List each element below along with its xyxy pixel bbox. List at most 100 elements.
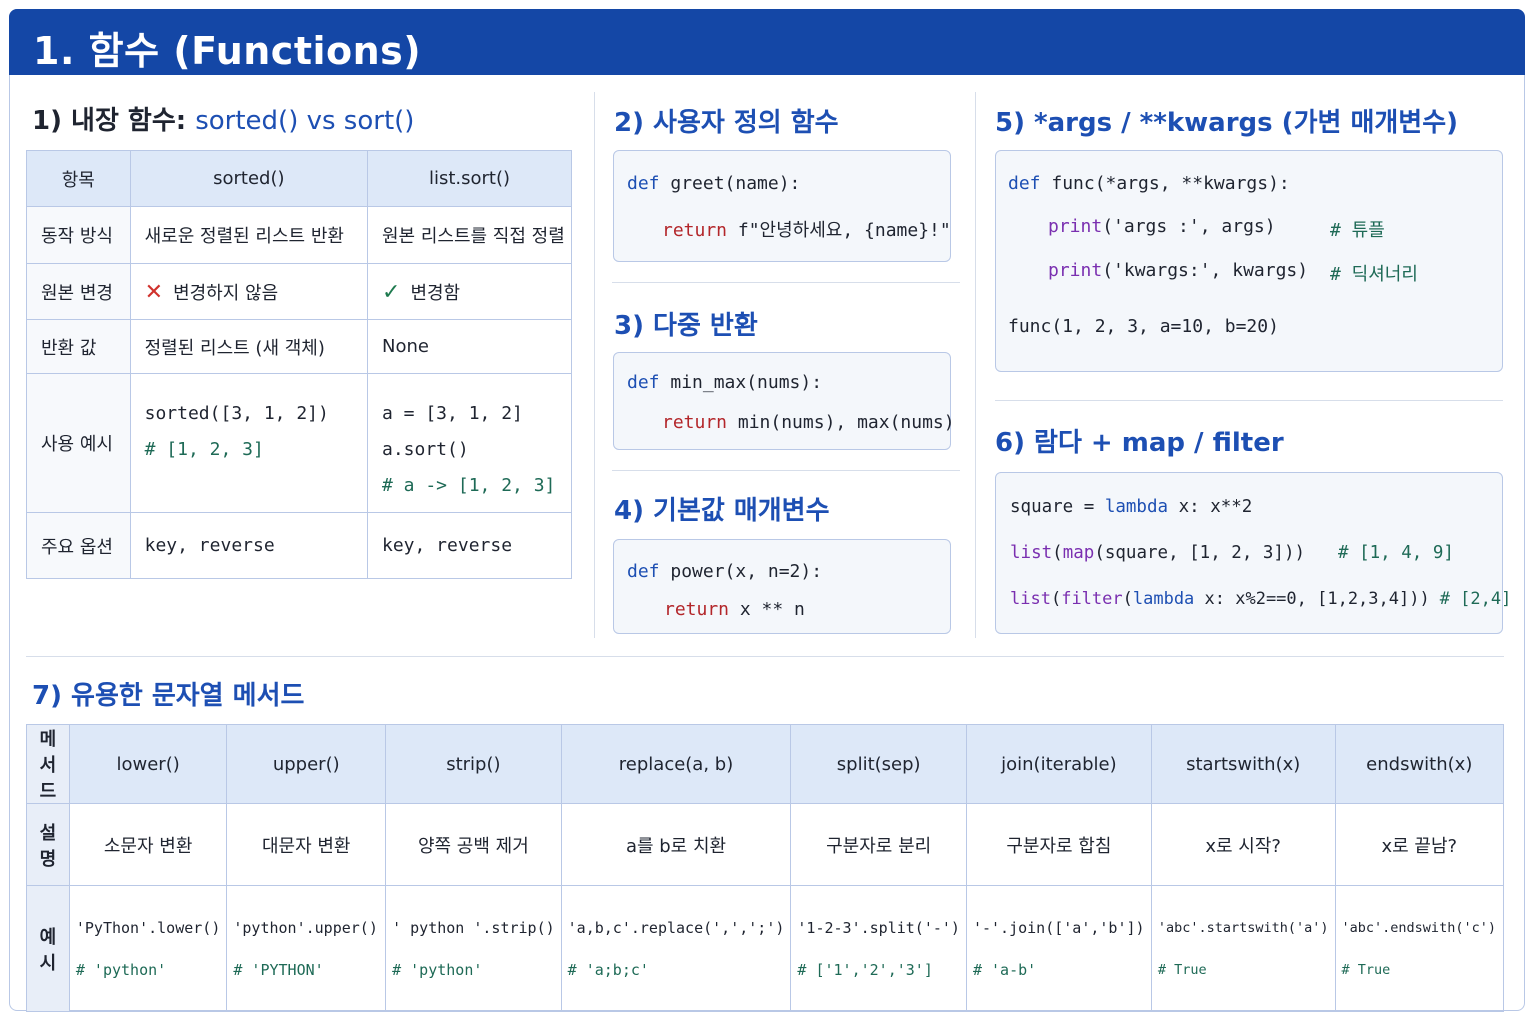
section-divider xyxy=(612,470,960,471)
code-comment: # True xyxy=(1341,961,1391,978)
args-kwargs-code-block: def func(*args, **kwargs): print('args :… xyxy=(995,150,1503,372)
method-name: strip() xyxy=(385,724,562,804)
method-description: a를 b로 치환 xyxy=(560,803,792,886)
row-label-method: 메서드 xyxy=(26,724,70,804)
section-2-title: 2) 사용자 정의 함수 xyxy=(614,108,839,138)
method-example: 'PyThon'.lower() # 'python' xyxy=(68,885,228,1012)
section-1-title-prefix: 1) 내장 함수: xyxy=(32,106,187,136)
code-text: ( xyxy=(1050,589,1062,609)
column-divider xyxy=(975,92,976,638)
code-text: min_max(nums): xyxy=(659,372,823,393)
section-divider xyxy=(995,400,1503,401)
keyword: return xyxy=(662,220,728,241)
section-4-title: 4) 기본값 매개변수 xyxy=(614,496,830,526)
row-label: 원본 변경 xyxy=(26,263,131,320)
code-text: power(x, n=2): xyxy=(659,561,823,582)
builtin-name: list xyxy=(1010,589,1051,609)
header-sorted: sorted() xyxy=(129,150,369,207)
section-divider xyxy=(612,282,960,283)
method-example: '1-2-3'.split('-') # ['1','2','3'] xyxy=(790,885,967,1012)
method-name: join(iterable) xyxy=(965,724,1152,804)
keyword: def xyxy=(627,173,660,194)
code-text: (square, [1, 2, 3])) xyxy=(1094,543,1306,563)
header-item: 항목 xyxy=(26,150,131,207)
section-1-title-code: sorted() vs sort() xyxy=(195,106,415,136)
code-line: 'abc'.startswith('a') xyxy=(1157,919,1329,936)
header-list-sort: list.sort() xyxy=(367,150,572,207)
code-text: ( xyxy=(1052,543,1063,563)
table-row: 반환 값 정렬된 리스트 (새 객체) None xyxy=(26,319,572,374)
power-code-block: def power(x, n=2): return x ** n xyxy=(613,539,951,634)
check-mark-icon: ✓ xyxy=(382,279,401,305)
code-text: x ** n xyxy=(729,599,805,620)
keyword: def xyxy=(627,561,660,582)
keyword: return xyxy=(662,412,728,433)
code-text: ( xyxy=(1122,589,1133,609)
title-bar: 1. 함수 (Functions) xyxy=(9,9,1525,75)
section-1-title: 1) 내장 함수: sorted() vs sort() xyxy=(32,100,414,137)
section-6-title: 6) 람다 + map / filter xyxy=(995,428,1284,458)
builtin-name: list xyxy=(1010,543,1053,563)
code-line: def func(*args, **kwargs): xyxy=(1008,173,1290,194)
table-row: 원본 변경 ✕ 변경하지 않음 ✓ 변경함 xyxy=(26,263,572,320)
string-methods-table: 메서드 lower() upper() strip() replace(a, b… xyxy=(26,724,1505,1012)
code-comment: # 튜플 xyxy=(1330,220,1385,241)
code-text: f"안녕하세요, {name}!" xyxy=(727,220,951,241)
code-line: return f"안녕하세요, {name}!" xyxy=(662,216,951,242)
code-comment: # a -> [1, 2, 3] xyxy=(382,475,556,496)
code-text: x: x%2==0, [1,2,3,4])) xyxy=(1194,589,1430,609)
x-mark-icon: ✕ xyxy=(144,279,164,305)
method-name: lower() xyxy=(68,724,228,804)
code-comment: # 'PYTHON' xyxy=(233,960,324,979)
method-name: endswith(x) xyxy=(1334,724,1505,804)
code-line: print('args :', args) xyxy=(1048,216,1276,237)
method-name: replace(a, b) xyxy=(560,724,792,804)
min-max-code-block: def min_max(nums): return min(nums), max… xyxy=(613,352,955,450)
section-3-title: 3) 다중 반환 xyxy=(614,311,758,341)
code-text: min(nums), max(nums) xyxy=(727,412,955,433)
method-example: 'a,b,c'.replace(',',';') # 'a;b;c' xyxy=(560,885,792,1012)
method-example: ' python '.strip() # 'python' xyxy=(385,885,562,1012)
code-line: 'PyThon'.lower() xyxy=(75,918,221,937)
table-header-row: 메서드 lower() upper() strip() replace(a, b… xyxy=(26,724,1505,804)
keyword: def xyxy=(1008,173,1041,194)
method-name: upper() xyxy=(226,724,387,804)
greet-code-block: def greet(name): return f"안녕하세요, {name}!… xyxy=(613,150,951,262)
builtin-name: print xyxy=(1048,260,1103,281)
cell-list-sort: None xyxy=(367,319,572,374)
code-text: x: x**2 xyxy=(1168,497,1253,517)
code-text: square = xyxy=(1010,497,1105,517)
cell-text: 변경함 xyxy=(410,282,461,304)
code-line: def greet(name): xyxy=(627,173,800,194)
code-comment: # 'a-b' xyxy=(972,960,1037,979)
page-title: 1. 함수 (Functions) xyxy=(33,29,422,73)
method-description: 대문자 변환 xyxy=(226,803,387,886)
keyword: def xyxy=(627,372,660,393)
method-example: 'python'.upper() # 'PYTHON' xyxy=(226,885,387,1012)
method-example: 'abc'.startswith('a') # True xyxy=(1150,885,1336,1012)
method-description: x로 끝남? xyxy=(1334,803,1505,886)
code-text: func(*args, **kwargs): xyxy=(1040,173,1290,194)
keyword: lambda xyxy=(1104,497,1169,517)
section-divider xyxy=(26,656,1504,657)
cell-sorted: ✕ 변경하지 않음 xyxy=(129,263,369,320)
section-5-title: 5) *args / **kwargs (가변 매개변수) xyxy=(995,108,1459,138)
sorted-vs-sort-table: 항목 sorted() list.sort() 동작 방식 새로운 정렬된 리스… xyxy=(26,150,572,579)
code-comment: # 딕셔너리 xyxy=(1330,264,1418,285)
table-row: 주요 옵션 key, reverse key, reverse xyxy=(26,512,572,579)
table-row: 동작 방식 새로운 정렬된 리스트 반환 원본 리스트를 직접 정렬 xyxy=(26,206,572,264)
row-label: 동작 방식 xyxy=(26,206,131,264)
row-label: 사용 예시 xyxy=(26,373,131,513)
method-description: x로 시작? xyxy=(1150,803,1336,886)
code-line: return min(nums), max(nums) xyxy=(662,412,955,433)
method-description: 소문자 변환 xyxy=(68,803,228,886)
code-text: ('kwargs:', kwargs) xyxy=(1102,260,1309,281)
cell-sorted: sorted([3, 1, 2]) # [1, 2, 3] xyxy=(129,373,369,513)
method-name: startswith(x) xyxy=(1150,724,1336,804)
code-text: greet(name): xyxy=(659,173,801,194)
code-comment: # 'python' xyxy=(75,960,167,979)
builtin-name: map xyxy=(1062,543,1095,563)
code-line: return x ** n xyxy=(664,599,805,620)
code-line: list(map(square, [1, 2, 3])) xyxy=(1010,543,1305,563)
column-divider xyxy=(594,92,595,638)
